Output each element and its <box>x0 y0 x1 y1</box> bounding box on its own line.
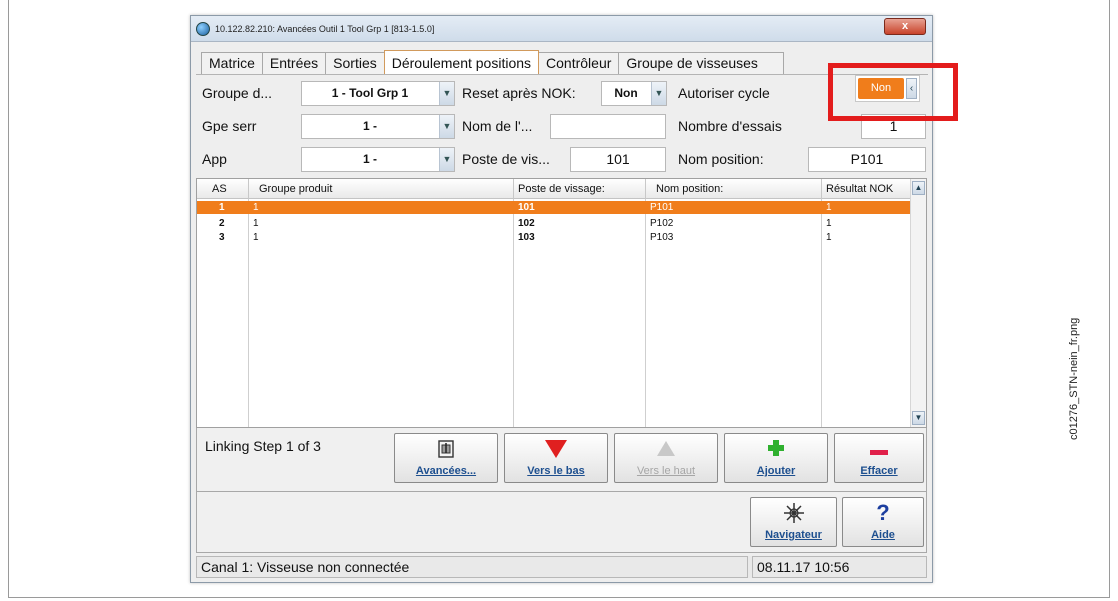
table-scrollbar[interactable]: ▲ ▼ <box>910 179 926 427</box>
cell-as: 3 <box>219 232 225 243</box>
tab-sorties[interactable]: Sorties <box>325 52 385 74</box>
tab-groupe-de-visseuses[interactable]: Groupe de visseuses <box>618 52 785 74</box>
column-header-resultat-nok[interactable]: Résultat NOK <box>822 179 912 199</box>
gpe-serr-label: Gpe serr <box>202 118 257 134</box>
ajouter-button[interactable]: Ajouter <box>724 433 828 483</box>
avancees-button[interactable]: Avancées... <box>394 433 498 483</box>
app-window: 10.122.82.210: Avancées Outil 1 Tool Grp… <box>190 15 933 583</box>
snowflake-navigator-icon <box>751 502 836 524</box>
aide-button[interactable]: ? Aide <box>842 497 924 547</box>
ajouter-label: Ajouter <box>756 465 796 477</box>
cell-as: 1 <box>219 202 225 213</box>
navigateur-button[interactable]: Navigateur <box>750 497 837 547</box>
cell-groupe: 1 <box>253 202 259 213</box>
table-row[interactable]: 2 1 102 P102 1 <box>197 217 910 230</box>
avancees-label: Avancées... <box>415 465 477 477</box>
gpe-serr-value: 1 - <box>362 119 377 133</box>
status-datetime: 08.11.17 10:56 <box>752 556 927 578</box>
effacer-label: Effacer <box>860 465 898 477</box>
groupe-select[interactable]: 1 - Tool Grp 1 ▼ <box>301 81 455 106</box>
app-value: 1 - <box>362 152 377 166</box>
title-bar: 10.122.82.210: Avancées Outil 1 Tool Grp… <box>191 16 932 42</box>
poste-input[interactable]: 101 <box>570 147 666 172</box>
cell-resultat: 1 <box>826 232 832 243</box>
table-row[interactable]: 3 1 103 P103 1 <box>197 231 910 244</box>
column-header-poste-de-vissage[interactable]: Poste de vissage: <box>514 179 646 199</box>
arrow-up-icon <box>615 438 717 460</box>
column-header-nom-position[interactable]: Nom position: <box>646 179 822 199</box>
cell-groupe: 1 <box>253 232 259 243</box>
status-bar: Canal 1: Visseuse non connectée 08.11.17… <box>196 556 927 578</box>
connection-status: Canal 1: Visseuse non connectée <box>196 556 748 578</box>
position-form: Groupe d... 1 - Tool Grp 1 ▼ Reset après… <box>196 74 928 178</box>
table-header: AS Groupe produit Poste de vissage: Nom … <box>197 179 910 199</box>
chevron-down-icon[interactable]: ▼ <box>439 148 454 171</box>
groupe-label: Groupe d... <box>202 85 273 101</box>
tab-bar: Matrice Entrées Sorties Déroulement posi… <box>201 50 785 74</box>
gpe-serr-select[interactable]: 1 - ▼ <box>301 114 455 139</box>
highlight-annotation <box>828 63 958 121</box>
nom-input[interactable] <box>550 114 666 139</box>
chevron-down-icon[interactable]: ▼ <box>439 115 454 138</box>
cell-poste: 102 <box>518 218 535 229</box>
reset-select[interactable]: Non ▼ <box>601 81 667 106</box>
minus-icon <box>835 438 923 460</box>
nombre-essais-label: Nombre d'essais <box>678 118 782 134</box>
cell-nom: P102 <box>650 218 674 229</box>
vers-le-bas-label: Vers le bas <box>527 465 585 477</box>
cell-groupe: 1 <box>253 218 259 229</box>
settings-device-icon <box>395 438 497 460</box>
poste-label: Poste de vis... <box>462 151 550 167</box>
cell-poste: 101 <box>518 202 535 213</box>
window-title: 10.122.82.210: Avancées Outil 1 Tool Grp… <box>215 24 435 34</box>
app-icon <box>196 22 210 36</box>
reset-value: Non <box>614 86 638 100</box>
vers-le-bas-button[interactable]: Vers le bas <box>504 433 608 483</box>
step-panel: Linking Step 1 of 3 Avancées... Vers le … <box>196 428 927 492</box>
cell-nom: P103 <box>650 232 674 243</box>
column-header-groupe-produit[interactable]: Groupe produit <box>249 179 514 199</box>
chevron-down-icon[interactable]: ▼ <box>651 82 666 105</box>
nom-position-input[interactable]: P101 <box>808 147 926 172</box>
cell-resultat: 1 <box>826 218 832 229</box>
scroll-down-icon[interactable]: ▼ <box>912 411 925 425</box>
scroll-up-icon[interactable]: ▲ <box>912 181 925 195</box>
cell-nom: P101 <box>650 202 674 213</box>
table-row[interactable]: 1 1 101 P101 1 <box>197 201 910 214</box>
autoriser-cycle-label: Autoriser cycle <box>678 85 770 101</box>
groupe-value: 1 - Tool Grp 1 <box>331 86 409 100</box>
nom-label: Nom de l'... <box>462 118 533 134</box>
navigateur-label: Navigateur <box>765 529 822 541</box>
positions-table: AS Groupe produit Poste de vissage: Nom … <box>196 178 927 428</box>
tab-entrees[interactable]: Entrées <box>261 52 327 74</box>
cell-as: 2 <box>219 218 225 229</box>
question-mark-icon: ? <box>876 500 890 525</box>
app-select[interactable]: 1 - ▼ <box>301 147 455 172</box>
effacer-button[interactable]: Effacer <box>834 433 924 483</box>
chevron-down-icon[interactable]: ▼ <box>439 82 454 105</box>
aide-label: Aide <box>871 529 895 541</box>
column-header-as[interactable]: AS <box>197 179 249 199</box>
image-caption: c01276_STN-nein_fr.png <box>1068 317 1080 440</box>
arrow-down-icon <box>505 438 607 460</box>
reset-label: Reset après NOK: <box>462 85 576 101</box>
plus-icon <box>725 438 827 460</box>
vers-le-haut-button[interactable]: Vers le haut <box>614 433 718 483</box>
navigation-panel: Navigateur ? Aide <box>196 492 927 553</box>
linking-step-text: Linking Step 1 of 3 <box>205 438 321 454</box>
close-button[interactable]: x <box>884 18 926 35</box>
vers-le-haut-label: Vers le haut <box>636 465 696 477</box>
nom-position-label: Nom position: <box>678 151 764 167</box>
app-label: App <box>202 151 227 167</box>
cell-resultat: 1 <box>826 202 832 213</box>
tab-matrice[interactable]: Matrice <box>201 52 263 74</box>
tab-controleur[interactable]: Contrôleur <box>538 52 620 74</box>
tab-deroulement-positions[interactable]: Déroulement positions <box>383 50 540 74</box>
close-icon: x <box>901 20 909 32</box>
cell-poste: 103 <box>518 232 535 243</box>
